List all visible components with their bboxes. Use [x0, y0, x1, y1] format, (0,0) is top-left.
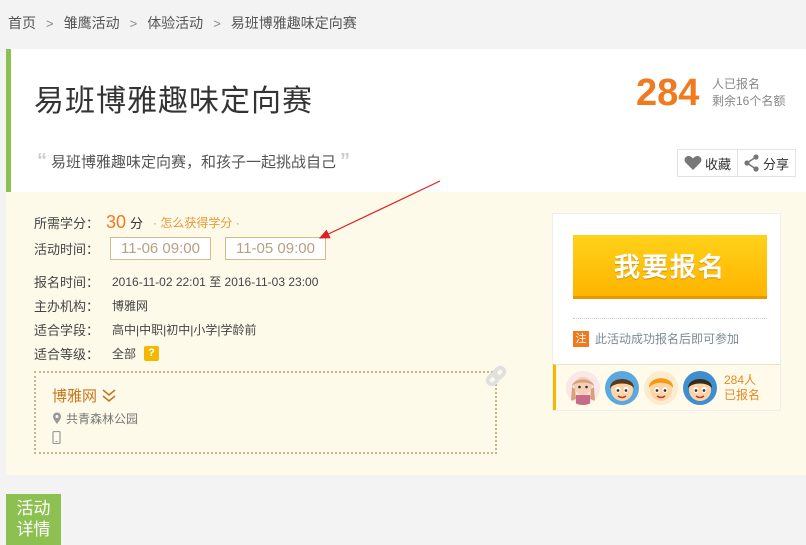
action-bar: 收藏 分享: [677, 149, 797, 177]
avatar[interactable]: [644, 370, 678, 405]
level-value: 全部: [112, 347, 137, 361]
title-accent-bar: [6, 49, 11, 192]
avatar[interactable]: [566, 370, 600, 405]
breadcrumb-experience-activities[interactable]: 体验活动: [147, 13, 203, 33]
registered-label: 人已报名: [712, 77, 761, 91]
organizer-location-text: 共青森林公园: [66, 412, 139, 426]
avatar[interactable]: [605, 370, 639, 405]
participants-count[interactable]: 284人 已报名: [724, 373, 760, 403]
participants-count-label: 已报名: [724, 387, 761, 402]
level-help-icon[interactable]: ?: [144, 346, 160, 361]
open-quote-icon: “: [37, 150, 47, 172]
signup-time-row: 报名时间： 2016-11-02 22:01 至 2016-11-03 23:0…: [34, 272, 318, 291]
breadcrumb-home[interactable]: 首页: [8, 13, 36, 33]
activity-time-label: 活动时间：: [34, 242, 100, 257]
signup-time-label: 报名时间：: [34, 275, 100, 290]
girl-avatar-icon: [566, 370, 600, 405]
tab-activity-details[interactable]: 活动 详情: [6, 494, 61, 545]
activity-start-time: 11-06 09:00: [110, 237, 211, 260]
location-pin-icon: [53, 412, 61, 424]
close-quote-icon: ”: [340, 150, 351, 172]
boy-blue-avatar-icon: [683, 370, 717, 405]
share-button[interactable]: 分享: [737, 150, 795, 176]
phone-icon: [52, 430, 61, 445]
signup-note: 注 此活动成功报名后即可参加: [573, 330, 739, 347]
level-label: 适合等级：: [34, 347, 100, 362]
heart-icon: [684, 156, 702, 170]
breadcrumb-separator: >: [213, 15, 221, 31]
divider: [573, 318, 767, 319]
signup-card: 我要报名 注 此活动成功报名后即可参加 284人 已报名: [552, 213, 781, 411]
participants-row: 284人 已报名: [553, 364, 780, 410]
breadcrumb-current: 易班博雅趣味定向赛: [230, 15, 357, 31]
grade-label: 适合学段：: [34, 323, 100, 338]
grade-row: 适合学段： 高中|中职|初中|小学|学龄前: [34, 320, 256, 339]
breadcrumb: 首页 > 雏鹰活动 > 体验活动 > 易班博雅趣味定向赛: [0, 0, 806, 46]
organizer-name[interactable]: 博雅网: [52, 385, 117, 406]
favorite-button[interactable]: 收藏: [678, 150, 737, 176]
credit-unit: 分: [130, 216, 144, 231]
credit-row: 所需学分： 30 分 · 怎么获得学分 ·: [34, 212, 240, 233]
organizer-value: 博雅网: [112, 299, 149, 313]
breadcrumb-separator: >: [129, 15, 138, 31]
credit-value: 30: [106, 212, 127, 232]
double-chevron-down-icon: [102, 388, 116, 402]
organizer-label: 主办机构：: [34, 299, 100, 314]
registered-count: 284: [636, 72, 700, 114]
activity-time-row: 活动时间： 11-06 09:00 11-05 09:00: [34, 237, 340, 260]
credit-label: 所需学分：: [34, 216, 100, 231]
share-label: 分享: [763, 156, 790, 172]
avatar[interactable]: [683, 370, 717, 405]
organizer-location: 共青森林公园: [52, 410, 138, 427]
orange-hair-avatar-icon: [644, 370, 678, 405]
subtitle-text: 易班博雅趣味定向赛，和孩子一起挑战自己: [51, 154, 337, 171]
organizer-phone: [52, 430, 61, 449]
boy-avatar-icon: [605, 370, 639, 405]
favorite-label: 收藏: [705, 156, 732, 172]
breadcrumb-separator: >: [46, 15, 54, 31]
how-to-earn-credits-link[interactable]: · 怎么获得学分 ·: [153, 214, 240, 231]
participants-count-number: 284人: [724, 372, 757, 387]
remaining-seats: 剩余16个名额: [712, 94, 786, 108]
signup-time-value: 2016-11-02 22:01 至 2016-11-03 23:00: [112, 275, 319, 289]
detail-tab-line1: 活动: [16, 499, 51, 518]
signup-button[interactable]: 我要报名: [573, 235, 767, 299]
page-title: 易班博雅趣味定向赛: [34, 85, 313, 118]
organizer-box: 博雅网 共青森林公园: [34, 371, 497, 454]
share-icon: [744, 154, 759, 172]
organizer-row: 主办机构： 博雅网: [34, 296, 148, 315]
grade-value: 高中|中职|初中|小学|学龄前: [112, 323, 257, 337]
activity-subtitle: “ 易班博雅趣味定向赛，和孩子一起挑战自己 ”: [33, 150, 354, 173]
link-icon: [485, 365, 507, 387]
detail-tab-line2: 详情: [16, 520, 51, 539]
organizer-name-text: 博雅网: [52, 388, 98, 405]
note-badge: 注: [573, 330, 589, 347]
activity-end-time: 11-05 09:00: [224, 237, 326, 260]
signup-note-text: 此活动成功报名后即可参加: [595, 332, 740, 346]
level-row: 适合等级： 全部 ?: [34, 344, 160, 363]
breadcrumb-eaglet-activities[interactable]: 雏鹰活动: [64, 13, 120, 33]
registration-status: 人已报名 剩余16个名额: [712, 76, 785, 110]
